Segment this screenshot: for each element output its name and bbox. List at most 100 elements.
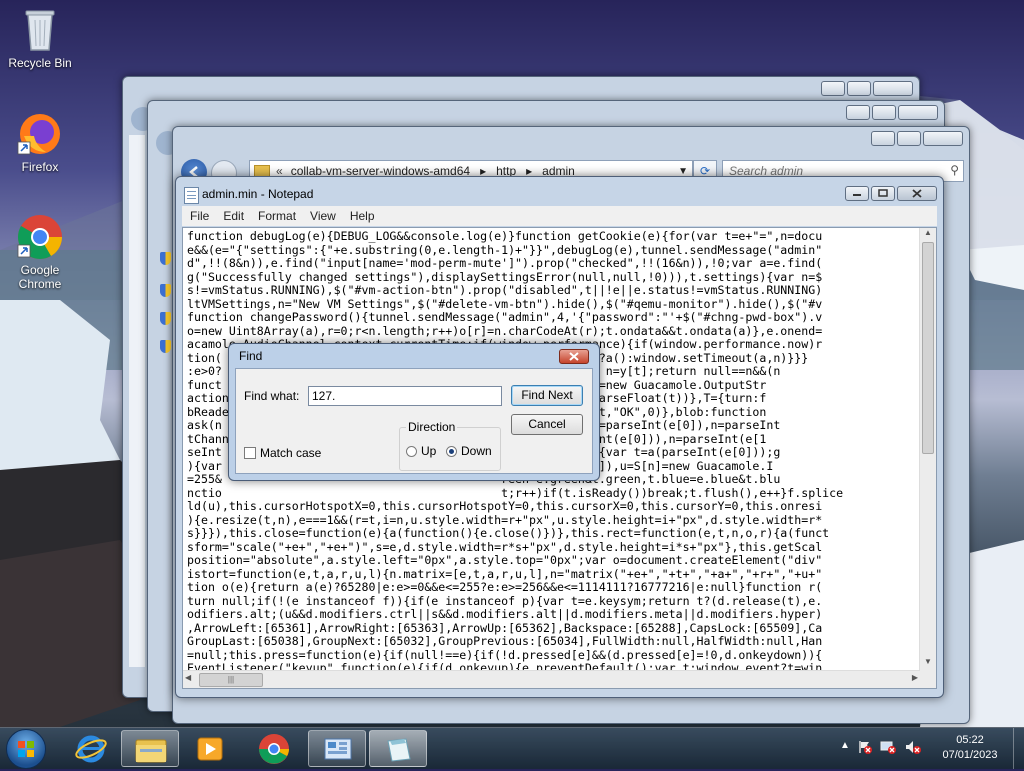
code-line: ){e.resize(t,n),e===1&&(r=t,i=n,u.style.… <box>187 512 823 527</box>
code-line: ltVMSettings,n="New VM Settings",$("#del… <box>187 296 823 311</box>
scroll-thumb[interactable]: ||| <box>199 673 263 687</box>
desktop-icon-label: Recycle Bin <box>8 56 72 70</box>
shield-icon <box>160 252 171 265</box>
minimize-button[interactable] <box>821 81 845 96</box>
code-line: ld(u),this.cursorHotspotX=0,this.cursorH… <box>187 499 823 513</box>
internet-explorer-icon <box>75 735 107 763</box>
desktop-icon-google-chrome[interactable]: Google Chrome <box>0 213 80 291</box>
code-line: GroupLast:[65038],GroupNext:[65032],Grou… <box>187 634 823 648</box>
code-line: d",!!(8&n)),e.find("input[name='mod-perm… <box>187 256 823 270</box>
maximize-button[interactable] <box>871 186 895 201</box>
minimize-button[interactable] <box>846 105 870 120</box>
taskbar: ▲ 05:22 07/01/2023 <box>0 727 1024 769</box>
desktop-icon-recycle-bin[interactable]: Recycle Bin <box>0 6 80 70</box>
explorer-nav-pane <box>129 135 145 667</box>
find-dialog-body: Find what: Find Next Cancel Direction Up… <box>235 368 593 474</box>
code-line: sform="scale("+e+","+e+")",s=e,d.style.w… <box>187 539 823 554</box>
find-next-button[interactable]: Find Next <box>511 385 583 406</box>
close-button[interactable] <box>898 105 938 120</box>
menu-format[interactable]: Format <box>258 209 296 223</box>
minimize-button[interactable] <box>871 131 895 146</box>
match-case-checkbox[interactable] <box>244 447 256 459</box>
code-line: odifiers.alt;(u&&d.modifiers.ctrl||s&&d.… <box>187 607 823 621</box>
radio-up-label[interactable]: Up <box>421 444 436 458</box>
windows-logo-icon <box>18 741 34 757</box>
menu-bar: File Edit Format View Help <box>182 206 937 226</box>
chrome-icon <box>259 734 289 764</box>
volume-muted-icon[interactable] <box>905 740 921 754</box>
action-center-flag-icon[interactable] <box>858 740 872 754</box>
direction-group: Direction Up Down <box>399 420 501 471</box>
scroll-up-arrow-icon[interactable]: ▲ <box>920 228 936 242</box>
close-icon <box>569 352 579 361</box>
menu-file[interactable]: File <box>190 209 209 223</box>
cancel-button[interactable]: Cancel <box>511 414 583 435</box>
horizontal-scrollbar[interactable]: ◀ ||| ▶ <box>183 670 920 688</box>
folder-icon <box>135 739 167 763</box>
close-button[interactable] <box>897 186 937 201</box>
code-line: g("Successfully changed settings"),displ… <box>187 269 823 284</box>
desktop-icon-label: Google Chrome <box>18 263 62 291</box>
shield-icon <box>160 312 171 325</box>
desktop-icon-label: Firefox <box>21 160 59 174</box>
code-line: tion o(e){return a(e)?65280|e:e>=0&&e<=2… <box>187 580 823 594</box>
firefox-icon <box>16 110 64 158</box>
scroll-down-arrow-icon[interactable]: ▼ <box>920 657 936 671</box>
show-hidden-icons-button[interactable]: ▲ <box>840 740 850 751</box>
match-case-label[interactable]: Match case <box>260 446 321 460</box>
code-line: ,ArrowLeft:[65361],ArrowRight:[65363],Ar… <box>187 620 823 635</box>
code-line: istort=function(e,t,a,r,u,l){n.matrix=[e… <box>187 566 823 581</box>
find-what-input[interactable] <box>308 386 502 406</box>
menu-view[interactable]: View <box>310 209 336 223</box>
clock-time: 05:22 <box>956 734 984 746</box>
media-player-icon <box>197 737 223 761</box>
scroll-right-arrow-icon[interactable]: ▶ <box>912 673 918 682</box>
scroll-thumb[interactable] <box>922 242 934 454</box>
vertical-scrollbar[interactable]: ▲ ▼ <box>919 228 936 671</box>
menu-edit[interactable]: Edit <box>223 209 244 223</box>
notepad-icon <box>387 738 411 762</box>
search-icon: ⚲ <box>950 163 959 177</box>
clock-date: 07/01/2023 <box>942 749 998 761</box>
taskbar-network-app[interactable] <box>308 730 366 767</box>
find-what-label: Find what: <box>244 389 300 403</box>
code-line: s!=vmStatus.RUNNING),$("#vm-action-btn")… <box>187 283 823 297</box>
desktop-icon-firefox[interactable]: Firefox <box>0 110 80 174</box>
shield-icon <box>160 284 171 297</box>
radio-up[interactable] <box>406 446 417 457</box>
close-button[interactable] <box>873 81 913 96</box>
code-line: position="absolute",a.style.left="0px",a… <box>187 553 823 567</box>
maximize-button[interactable] <box>897 131 921 146</box>
dialog-title: Find <box>239 349 263 363</box>
radio-down-label[interactable]: Down <box>461 444 492 458</box>
window-title: admin.min - Notepad <box>202 187 314 201</box>
radio-down[interactable] <box>446 446 457 457</box>
chevron-down-icon[interactable]: ▼ <box>678 166 688 177</box>
taskbar-internet-explorer[interactable] <box>62 730 120 767</box>
code-line: o=new Uint8Array(a),r=0;r<n.length;r++)o… <box>187 323 823 338</box>
start-button[interactable] <box>6 729 46 769</box>
code-line: function debugLog(e){DEBUG_LOG&&console.… <box>187 230 823 243</box>
taskbar-notepad[interactable] <box>369 730 427 767</box>
close-button[interactable] <box>559 349 589 364</box>
network-status-icon[interactable] <box>880 740 896 754</box>
maximize-button[interactable] <box>847 81 871 96</box>
chrome-icon <box>16 213 64 261</box>
clock[interactable]: 05:22 07/01/2023 <box>930 733 1010 763</box>
scroll-corner <box>920 671 936 688</box>
code-line: e&&(e="{"settings":{"+e.substring(0,e.le… <box>187 242 823 257</box>
scroll-left-arrow-icon[interactable]: ◀ <box>185 673 191 682</box>
show-desktop-button[interactable] <box>1013 728 1024 769</box>
direction-label: Direction <box>406 420 458 434</box>
recycle-bin-icon <box>16 6 64 54</box>
close-button[interactable] <box>923 131 963 146</box>
menu-help[interactable]: Help <box>350 209 375 223</box>
code-line: =null;this.press=function(e){if(null!==e… <box>187 647 823 662</box>
taskbar-file-explorer[interactable] <box>121 730 179 767</box>
taskbar-media-player[interactable] <box>181 730 239 767</box>
minimize-button[interactable] <box>845 186 869 201</box>
taskbar-google-chrome[interactable] <box>245 730 303 767</box>
find-dialog[interactable]: Find Find what: Find Next Cancel Directi… <box>228 343 600 481</box>
code-line: s}}}),this.close=function(e){a(function(… <box>187 526 830 540</box>
maximize-button[interactable] <box>872 105 896 120</box>
